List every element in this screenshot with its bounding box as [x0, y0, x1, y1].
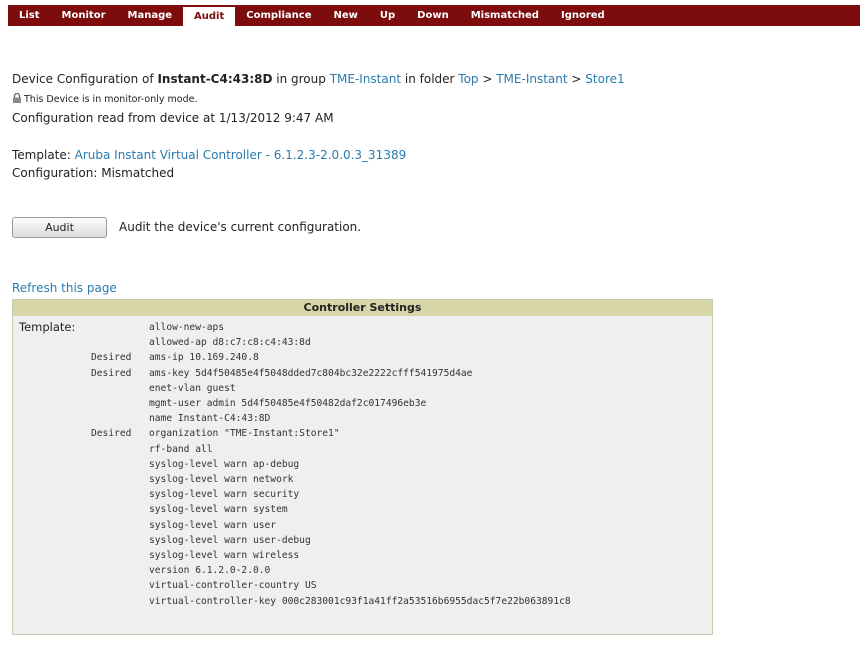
config-line: syslog-level warn user-debug: [13, 533, 571, 548]
config-line: virtual-controller-country US: [13, 578, 571, 593]
desired-marker: Desired: [91, 352, 132, 364]
controller-settings-title: Controller Settings: [13, 300, 712, 316]
tab-ignored[interactable]: Ignored: [550, 5, 616, 26]
config-line: syslog-level warn wireless: [13, 548, 571, 563]
config-line: name Instant-C4:43:8D: [13, 411, 571, 426]
config-line-text: name Instant-C4:43:8D: [149, 413, 271, 425]
tab-new[interactable]: New: [322, 5, 368, 26]
config-line-text: syslog-level warn ap-debug: [149, 458, 300, 470]
config-line-text: syslog-level warn network: [149, 474, 294, 486]
config-line: syslog-level warn network: [13, 472, 571, 487]
config-line-text: rf-band all: [149, 443, 213, 455]
config-line-text: virtual-controller-country US: [149, 580, 317, 592]
config-line-text: allowed-ap d8:c7:c8:c4:43:8d: [149, 337, 311, 349]
config-line: syslog-level warn ap-debug: [13, 457, 571, 472]
audit-button[interactable]: Audit: [12, 217, 107, 238]
config-line: Desired ams-ip 10.169.240.8: [13, 350, 571, 365]
lock-icon: [13, 93, 21, 103]
refresh-page-link[interactable]: Refresh this page: [12, 281, 117, 295]
heading-prefix: Device Configuration of: [12, 72, 158, 86]
breadcrumb-separator: >: [478, 72, 497, 86]
tab-audit[interactable]: Audit: [183, 7, 236, 26]
top-tab-bar: List Monitor Manage Audit Compliance New…: [8, 5, 860, 26]
config-lines: allow-new-aps allowed-ap d8:c7:c8:c4:43:8…: [13, 320, 571, 609]
config-line: syslog-level warn security: [13, 487, 571, 502]
tab-compliance[interactable]: Compliance: [235, 5, 322, 26]
monitor-only-notice: This Device is in monitor-only mode.: [12, 93, 197, 105]
config-read-time: Configuration read from device at 1/13/2…: [12, 111, 334, 125]
folder-top-link[interactable]: Top: [458, 72, 478, 86]
breadcrumb-separator: >: [567, 72, 586, 86]
folder-tme-instant-link[interactable]: TME-Instant: [496, 72, 567, 86]
tab-monitor[interactable]: Monitor: [51, 5, 117, 26]
config-line: syslog-level warn system: [13, 502, 571, 517]
config-line: syslog-level warn user: [13, 518, 571, 533]
template-line: Template: Aruba Instant Virtual Controll…: [12, 148, 406, 162]
tab-list[interactable]: List: [8, 5, 51, 26]
device-name: Instant-C4:43:8D: [157, 72, 273, 86]
config-line-text: version 6.1.2.0-2.0.0: [149, 565, 271, 577]
config-line-text: virtual-controller-key 000c283001c93f1a4…: [149, 595, 571, 607]
heading-in-group: in group: [272, 72, 330, 86]
desired-marker: Desired: [91, 428, 132, 440]
config-line: version 6.1.2.0-2.0.0: [13, 563, 571, 578]
config-line-text: syslog-level warn wireless: [149, 550, 300, 562]
group-link[interactable]: TME-Instant: [330, 72, 401, 86]
config-line-text: syslog-level warn user: [149, 519, 277, 531]
config-line-text: ams-key 5d4f50485e4f5048dded7c804bc32e22…: [149, 367, 473, 379]
tab-mismatched[interactable]: Mismatched: [460, 5, 550, 26]
config-line: enet-vlan guest: [13, 381, 571, 396]
config-line-text: enet-vlan guest: [149, 382, 236, 394]
config-line: mgmt-user admin 5d4f50485e4f50482daf2c01…: [13, 396, 571, 411]
configuration-status: Configuration: Mismatched: [12, 166, 175, 180]
template-link[interactable]: Aruba Instant Virtual Controller - 6.1.2…: [75, 148, 407, 162]
config-line-text: syslog-level warn system: [149, 504, 288, 516]
heading-in-folder: in folder: [401, 72, 459, 86]
config-line: allow-new-aps: [13, 320, 571, 335]
config-line: allowed-ap d8:c7:c8:c4:43:8d: [13, 335, 571, 350]
config-line-text: ams-ip 10.169.240.8: [149, 352, 259, 364]
tab-down[interactable]: Down: [406, 5, 460, 26]
config-line-text: allow-new-aps: [149, 322, 225, 333]
config-line-text: syslog-level warn security: [149, 489, 300, 501]
config-line-text: syslog-level warn user-debug: [149, 534, 311, 546]
config-line-text: mgmt-user admin 5d4f50485e4f50482daf2c01…: [149, 398, 427, 410]
audit-description: Audit the device's current configuration…: [119, 220, 362, 234]
config-line: rf-band all: [13, 442, 571, 457]
config-line: Desired ams-key 5d4f50485e4f5048dded7c804…: [13, 366, 571, 381]
tab-manage[interactable]: Manage: [117, 5, 184, 26]
config-line: Desired organization "TME-Instant:Store1": [13, 426, 571, 441]
folder-store1-link[interactable]: Store1: [585, 72, 624, 86]
config-line: virtual-controller-key 000c283001c93f1a4…: [13, 594, 571, 609]
tab-up[interactable]: Up: [369, 5, 406, 26]
config-line-text: organization "TME-Instant:Store1": [149, 428, 340, 440]
controller-settings-panel: Controller Settings Template: allow-new-…: [12, 299, 713, 635]
template-label: Template:: [12, 148, 75, 162]
device-config-heading: Device Configuration of Instant-C4:43:8D…: [12, 72, 625, 86]
monitor-only-text: This Device is in monitor-only mode.: [24, 94, 198, 105]
desired-marker: Desired: [91, 367, 132, 379]
